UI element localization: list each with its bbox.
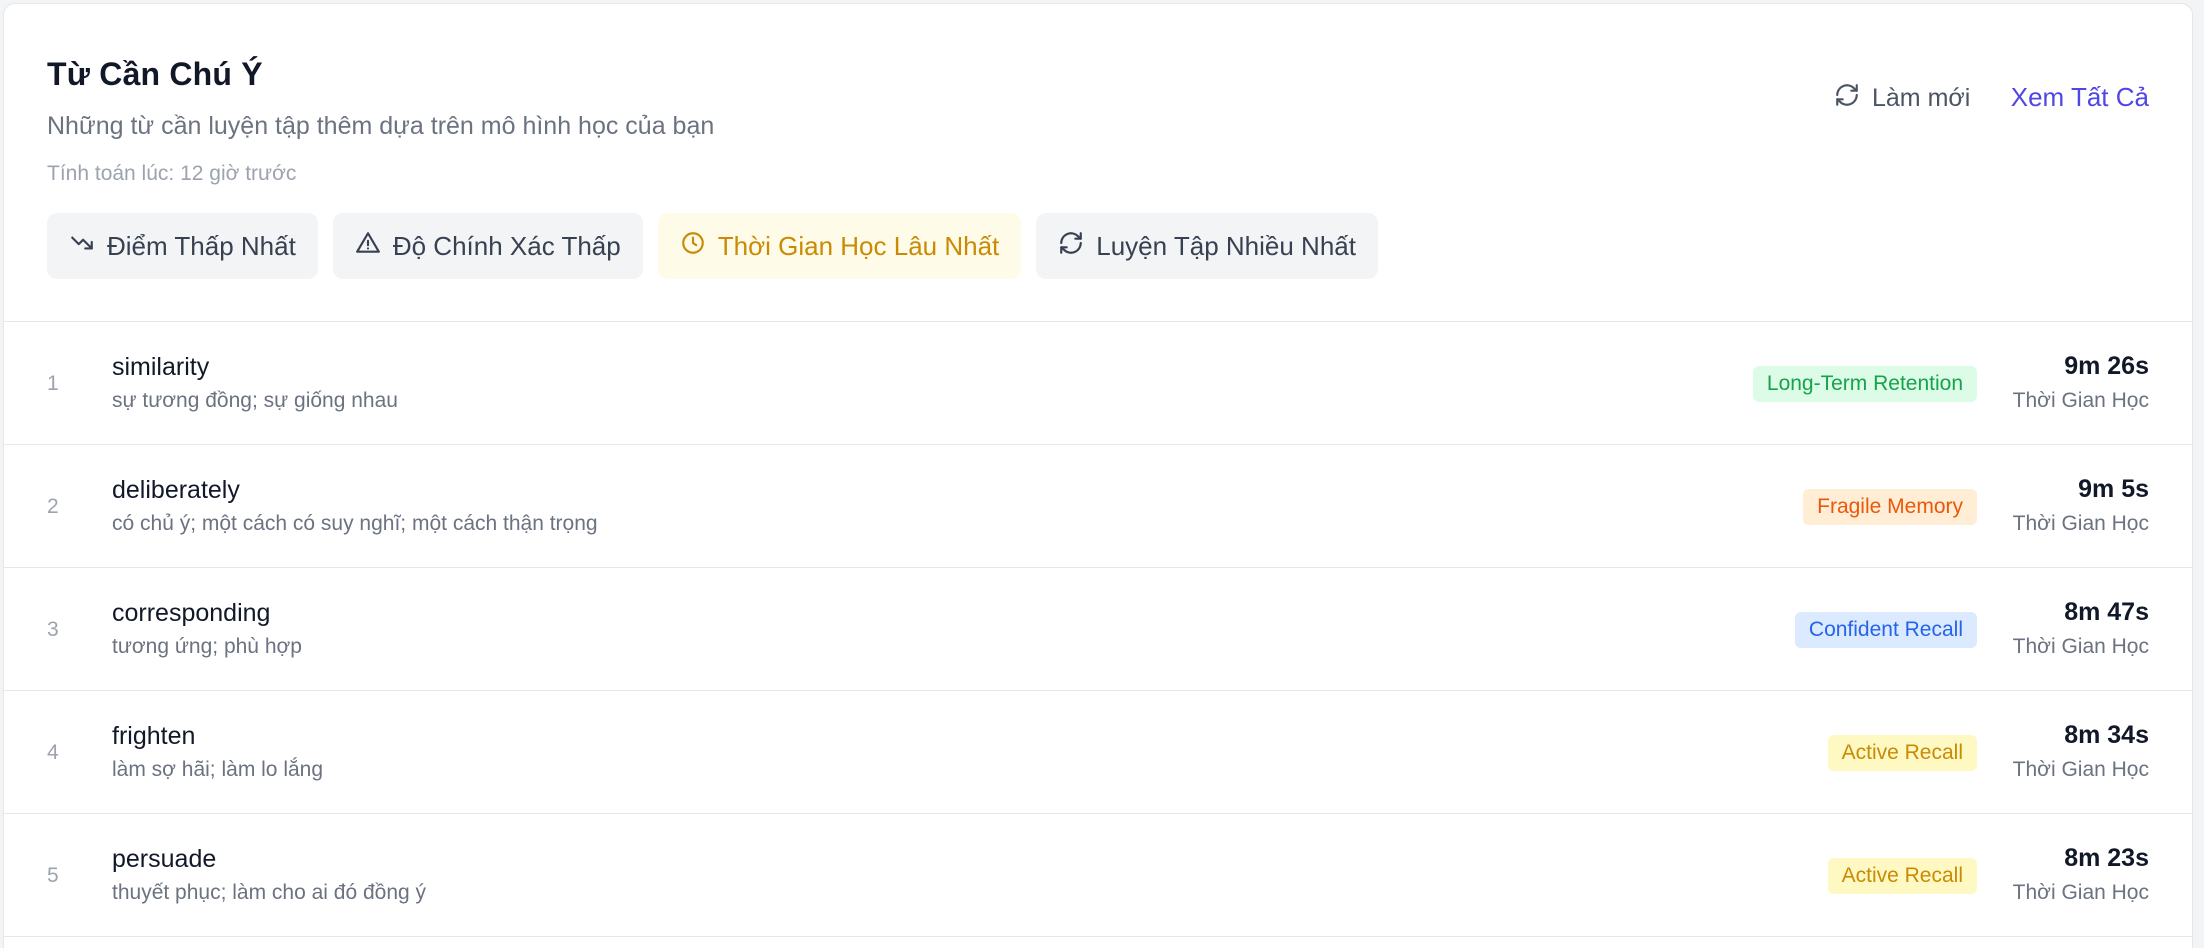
- study-time-value: 9m 26s: [2064, 352, 2149, 380]
- tab-most-practiced[interactable]: Luyện Tập Nhiều Nhất: [1036, 213, 1378, 279]
- rank-number: 4: [47, 740, 59, 764]
- study-time-value: 8m 23s: [2064, 844, 2149, 872]
- study-time-label: Thời Gian Học: [2012, 635, 2149, 658]
- warning-triangle-icon: [355, 230, 381, 263]
- word-text: persuade: [112, 845, 217, 873]
- list-item[interactable]: 4 frighten làm sợ hãi; làm lo lắng Activ…: [4, 691, 2192, 814]
- clock-icon: [680, 230, 706, 263]
- word-meaning: có chủ ý; một cách có suy nghĩ; một cách…: [112, 512, 598, 535]
- word-meaning: làm sợ hãi; làm lo lắng: [112, 758, 324, 781]
- word-text: deliberately: [112, 476, 240, 504]
- status-badge: Confident Recall: [1794, 612, 1977, 648]
- refresh-icon: [1834, 82, 1860, 115]
- study-time-label: Thời Gian Học: [2012, 758, 2149, 781]
- refresh-button[interactable]: Làm mới: [1834, 80, 1970, 116]
- computed-timestamp: Tính toán lúc: 12 giờ trước: [47, 162, 297, 185]
- word-text: corresponding: [112, 599, 271, 627]
- tab-label: Thời Gian Học Lâu Nhất: [717, 230, 1000, 261]
- page-subtitle: Những từ cần luyện tập thêm dựa trên mô …: [47, 112, 715, 140]
- list-item[interactable]: 5 persuade thuyết phục; làm cho ai đó đồ…: [4, 814, 2192, 937]
- tab-low-accuracy[interactable]: Độ Chính Xác Thấp: [332, 213, 643, 279]
- word-text: similarity: [112, 353, 210, 381]
- card-header: Từ Cần Chú Ý Những từ cần luyện tập thêm…: [4, 4, 2192, 322]
- rank-number: 1: [47, 371, 59, 395]
- tab-label: Điểm Thấp Nhất: [107, 230, 296, 261]
- study-time-value: 8m 47s: [2064, 598, 2149, 626]
- rank-number: 3: [47, 617, 59, 641]
- rank-number: 5: [47, 863, 59, 887]
- refresh-label: Làm mới: [1872, 83, 1971, 112]
- study-time-value: 9m 5s: [2078, 475, 2149, 503]
- study-time-label: Thời Gian Học: [2012, 389, 2149, 412]
- word-meaning: tương ứng; phù hợp: [112, 635, 302, 658]
- word-meaning: sự tương đồng; sự giống nhau: [112, 389, 398, 412]
- page-title: Từ Cần Chú Ý: [47, 56, 263, 92]
- word-list: 1 similarity sự tương đồng; sự giống nha…: [4, 322, 2192, 937]
- status-badge: Long-Term Retention: [1752, 366, 1977, 402]
- tab-label: Luyện Tập Nhiều Nhất: [1096, 230, 1356, 261]
- tab-lowest-score[interactable]: Điểm Thấp Nhất: [47, 213, 318, 279]
- status-badge: Active Recall: [1827, 735, 1977, 771]
- list-item[interactable]: 3 corresponding tương ứng; phù hợp Confi…: [4, 568, 2192, 691]
- sort-tabs: Điểm Thấp Nhất Độ Chính Xác Thấp Thời Gi…: [47, 213, 1378, 279]
- word-text: frighten: [112, 722, 196, 750]
- view-all-link[interactable]: Xem Tất Cả: [2011, 82, 2149, 113]
- words-attention-card: Từ Cần Chú Ý Những từ cần luyện tập thêm…: [3, 3, 2193, 948]
- word-meaning: thuyết phục; làm cho ai đó đồng ý: [112, 881, 427, 904]
- status-badge: Fragile Memory: [1803, 489, 1977, 525]
- tab-label: Độ Chính Xác Thấp: [392, 230, 621, 261]
- list-item[interactable]: 1 similarity sự tương đồng; sự giống nha…: [4, 322, 2192, 445]
- refresh-icon: [1058, 230, 1084, 263]
- tab-longest-study-time[interactable]: Thời Gian Học Lâu Nhất: [657, 213, 1022, 279]
- study-time-label: Thời Gian Học: [2012, 512, 2149, 535]
- study-time-value: 8m 34s: [2064, 721, 2149, 749]
- trending-down-icon: [69, 230, 95, 263]
- list-item[interactable]: 2 deliberately có chủ ý; một cách có suy…: [4, 445, 2192, 568]
- rank-number: 2: [47, 494, 59, 518]
- status-badge: Active Recall: [1827, 858, 1977, 894]
- study-time-label: Thời Gian Học: [2012, 881, 2149, 904]
